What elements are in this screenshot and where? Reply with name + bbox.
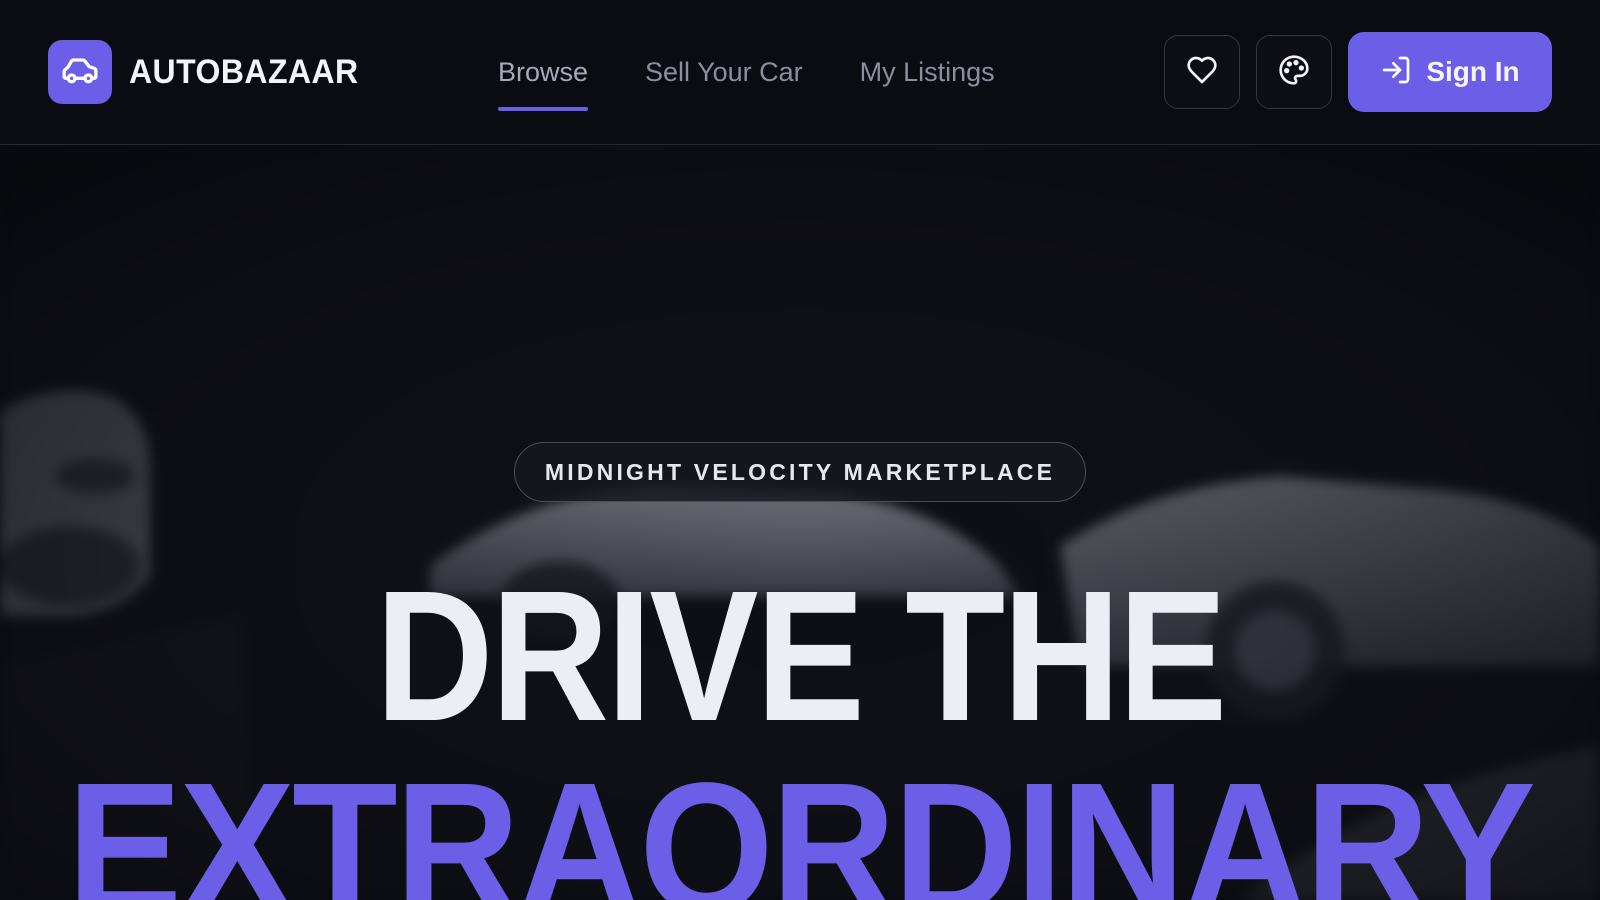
- hero-section: MIDNIGHT VELOCITY MARKETPLACE DRIVE THE …: [0, 146, 1600, 900]
- hero-headline-line2: EXTRAORDINARY: [66, 745, 1536, 900]
- brand-name: AUTOBAZAAR: [129, 52, 359, 91]
- nav-link-my-listings[interactable]: My Listings: [860, 52, 995, 92]
- brand[interactable]: AUTOBAZAAR: [48, 40, 373, 104]
- brand-logo: [48, 40, 112, 104]
- nav-link-label: My Listings: [859, 57, 995, 87]
- sign-in-label: Sign In: [1426, 56, 1520, 87]
- page: AUTOBAZAAR Browse Sell Your Car My Listi…: [0, 0, 1600, 900]
- nav-link-sell-your-car[interactable]: Sell Your Car: [645, 52, 803, 92]
- nav-link-label: Sell Your Car: [645, 57, 803, 87]
- top-navigation: AUTOBAZAAR Browse Sell Your Car My Listi…: [0, 0, 1600, 145]
- nav-link-label: Browse: [498, 57, 589, 87]
- favorites-button[interactable]: [1164, 35, 1240, 109]
- main-nav: Browse Sell Your Car My Listings: [498, 52, 995, 111]
- nav-link-browse[interactable]: Browse: [498, 52, 589, 111]
- theme-button[interactable]: [1256, 35, 1332, 109]
- palette-icon: [1278, 54, 1310, 91]
- sign-in-icon: [1380, 54, 1412, 91]
- hero-headline-line1: DRIVE THE: [375, 553, 1227, 760]
- car-icon: [60, 50, 100, 95]
- active-underline: [498, 107, 589, 111]
- heart-icon: [1186, 54, 1218, 91]
- sign-in-button[interactable]: Sign In: [1348, 32, 1552, 112]
- hero-badge: MIDNIGHT VELOCITY MARKETPLACE: [514, 442, 1086, 502]
